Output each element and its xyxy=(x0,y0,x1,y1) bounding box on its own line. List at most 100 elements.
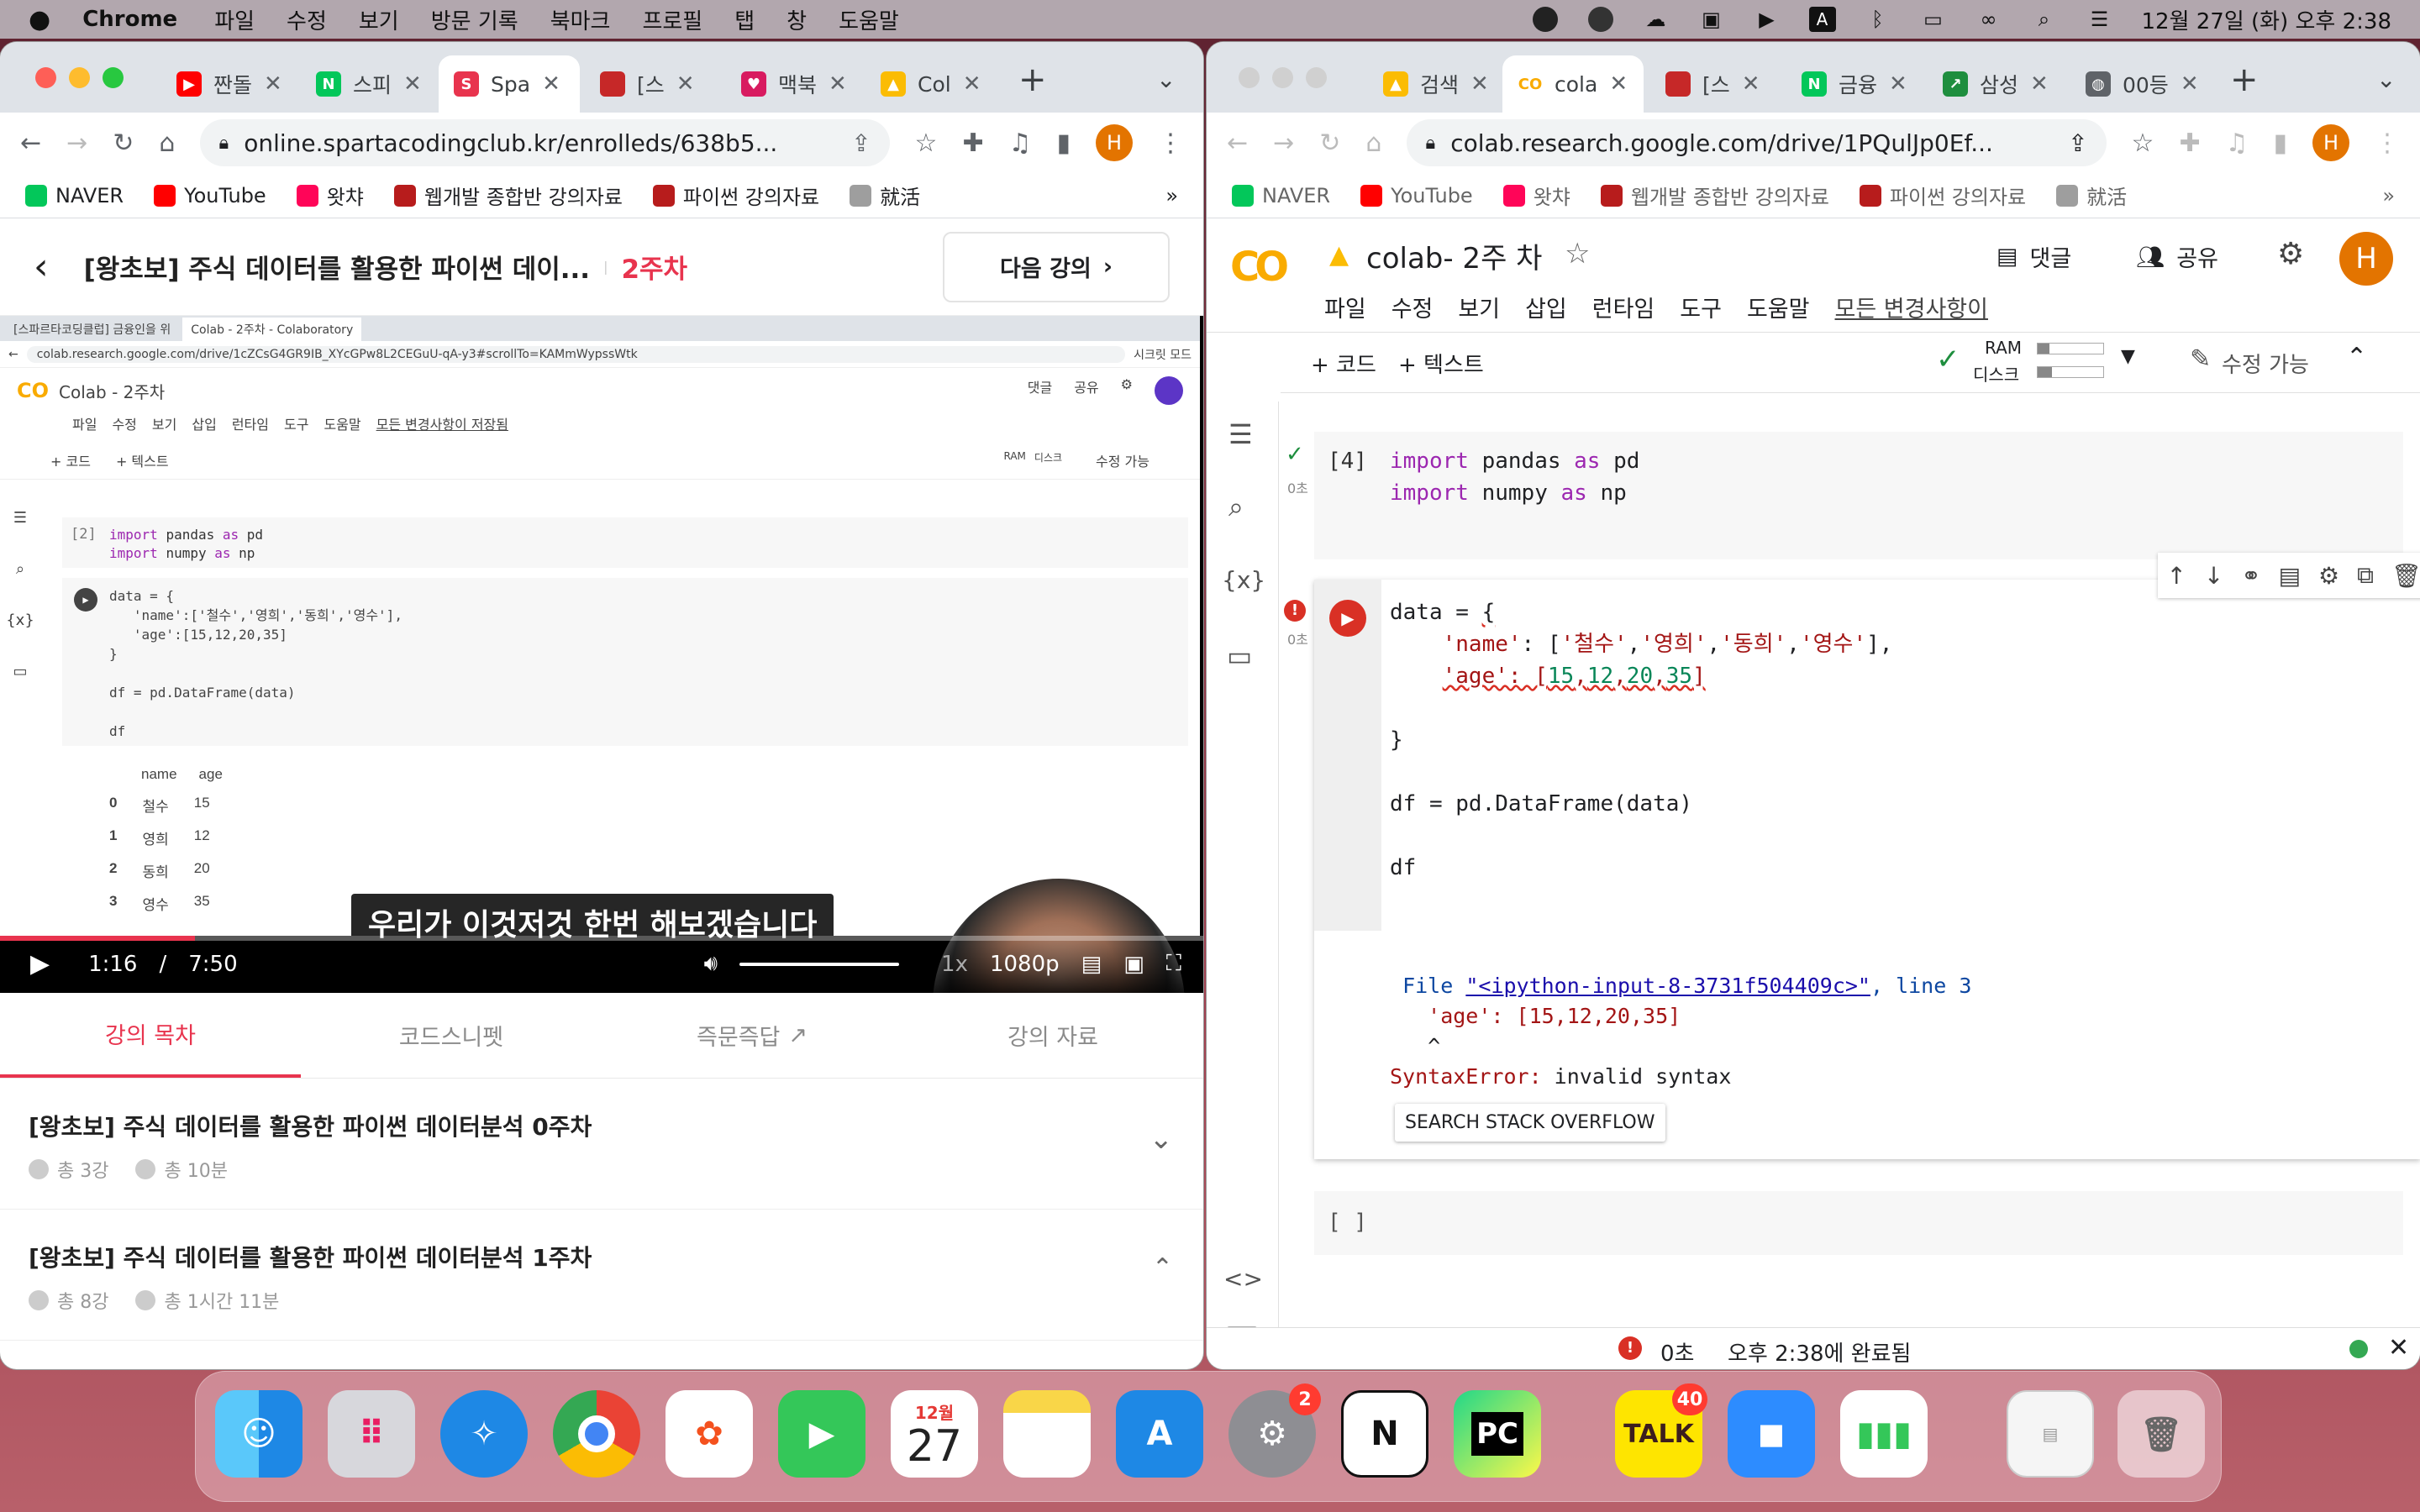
tab-toc[interactable]: 강의 목차 xyxy=(0,993,301,1078)
url-text[interactable]: online.spartacodingclub.kr/enrolleds/638… xyxy=(244,129,836,157)
finder-icon[interactable]: ☺ xyxy=(215,1390,302,1478)
code-cell-2[interactable]: ▶ data = { 'name': ['철수','영희','동희','영수']… xyxy=(1314,553,2420,1159)
home-icon[interactable]: ⌂ xyxy=(1365,129,1381,158)
notebook-title[interactable]: colab- 2주 차 xyxy=(1366,235,1542,276)
close-tab-icon[interactable]: ✕ xyxy=(1742,71,1760,97)
side-panel-icon[interactable]: ▮ xyxy=(2273,129,2287,158)
star-icon[interactable]: ☆ xyxy=(1565,237,1590,270)
menu-history[interactable]: 방문 기록 xyxy=(431,4,518,35)
variables-icon[interactable]: {x} xyxy=(1222,566,1265,594)
new-tab-button[interactable]: + xyxy=(2230,60,2259,99)
delete-cell-icon[interactable]: 🗑︎ xyxy=(2391,562,2420,590)
menu-view[interactable]: 보기 xyxy=(359,4,399,35)
add-text-button[interactable]: + 텍스트 xyxy=(1398,348,1484,379)
xlsx-file-icon[interactable]: ▤ xyxy=(2007,1390,2094,1478)
week-1-item[interactable]: [왕초보] 주식 데이터를 활용한 파이썬 데이터분석 1주차 총 8강 총 1… xyxy=(0,1210,1203,1341)
search-icon[interactable]: ⌕ xyxy=(1228,491,1244,523)
tab-sparta[interactable]: S Spa ✕ xyxy=(439,55,580,113)
comment-button[interactable]: ▤ 댓글 xyxy=(1996,240,2071,273)
link-icon[interactable]: ⚭ xyxy=(2241,562,2260,590)
extensions-icon[interactable]: ✚ xyxy=(2179,129,2200,158)
menu-help[interactable]: 도움말 xyxy=(1747,291,1810,323)
add-code-button[interactable]: + 코드 xyxy=(1311,348,1376,379)
volume-icon[interactable]: 🔊︎ xyxy=(704,951,718,977)
bookmark-webdev[interactable]: 웹개발 종합반 강의자료 xyxy=(393,181,623,210)
menu-bookmarks[interactable]: 북마크 xyxy=(550,4,611,35)
menu-window[interactable]: 창 xyxy=(786,4,807,35)
side-panel-icon[interactable]: ▮ xyxy=(1056,129,1071,158)
chrome-icon[interactable] xyxy=(553,1390,640,1478)
minimize-window-button[interactable] xyxy=(69,67,90,88)
link-tray-icon[interactable]: ∞ xyxy=(1975,7,2002,32)
photos-icon[interactable]: ✿ xyxy=(666,1390,753,1478)
close-status-icon[interactable]: ✕ xyxy=(2388,1333,2409,1362)
close-tab-icon[interactable]: ✕ xyxy=(403,71,422,97)
kakaotalk-icon[interactable]: TALK 40 xyxy=(1615,1383,1707,1478)
facetime-icon[interactable]: ▶ xyxy=(778,1390,865,1478)
menu-edit[interactable]: 수정 xyxy=(287,4,327,35)
trash-icon[interactable]: 🗑︎ xyxy=(2118,1390,2205,1478)
play-icon[interactable]: ▶ xyxy=(30,949,50,979)
bookmark-watcha[interactable]: 왓챠 xyxy=(296,181,364,210)
menu-insert[interactable]: 삽입 xyxy=(1525,291,1567,323)
quality-button[interactable]: 1080p xyxy=(990,952,1060,977)
new-tab-button[interactable]: + xyxy=(1018,60,1047,99)
close-tab-icon[interactable]: ✕ xyxy=(542,71,560,97)
control-center-icon[interactable]: ☰ xyxy=(2086,7,2113,32)
menu-edit[interactable]: 수정 xyxy=(1392,291,1434,323)
menu-runtime[interactable]: 런타임 xyxy=(1592,291,1655,323)
forward-icon[interactable]: → xyxy=(66,129,87,158)
tab-book[interactable]: [스 ✕ xyxy=(585,55,710,113)
kebab-menu-icon[interactable]: ⋮ xyxy=(2375,129,2400,158)
close-tab-icon[interactable]: ✕ xyxy=(1470,71,1489,97)
notion-tray-icon[interactable] xyxy=(1587,7,1614,32)
account-avatar[interactable]: H xyxy=(2339,232,2393,286)
menu-file[interactable]: 파일 xyxy=(1324,291,1366,323)
input-source-icon[interactable]: A xyxy=(1808,7,1836,32)
cell2-source[interactable]: data = { 'name': ['철수','영희','동희','영수'], … xyxy=(1390,596,2398,924)
close-window-button[interactable] xyxy=(35,67,56,88)
move-up-icon[interactable]: ↑ xyxy=(2166,562,2186,590)
cell1-source[interactable]: import pandas as pd import numpy as np xyxy=(1390,445,1639,509)
search-stack-overflow-button[interactable]: SEARCH STACK OVERFLOW xyxy=(1395,1104,1665,1142)
reload-icon[interactable]: ↻ xyxy=(113,129,134,158)
back-icon[interactable]: ← xyxy=(20,129,41,158)
home-icon[interactable]: ⌂ xyxy=(159,129,175,158)
profile-avatar[interactable]: H xyxy=(2312,124,2349,161)
tab-qna[interactable]: 즉문즉답 ↗ xyxy=(602,993,902,1078)
tab-colab[interactable]: ▲ Col ✕ xyxy=(865,55,997,113)
comment-cell-icon[interactable]: ▤ xyxy=(2279,562,2301,590)
extensions-icon[interactable]: ✚ xyxy=(962,129,983,158)
empty-code-cell[interactable]: [ ] xyxy=(1314,1191,2403,1255)
close-tab-icon[interactable]: ✕ xyxy=(2181,71,2199,97)
cell-settings-icon[interactable]: ⚙ xyxy=(2318,562,2339,590)
bookmark-webdev[interactable]: 웹개발 종합반 강의자료 xyxy=(1600,181,1829,210)
edit-mode-button[interactable]: 수정 가능 xyxy=(2222,348,2309,379)
address-bar[interactable]: 🔒︎ colab.research.google.com/drive/1PQul… xyxy=(1407,119,2107,166)
tab-list-chevron-icon[interactable]: ⌄ xyxy=(1156,66,1176,93)
menu-tab[interactable]: 탭 xyxy=(734,4,755,35)
code-cell-1[interactable]: [4] import pandas as pd import numpy as … xyxy=(1314,432,2403,559)
back-icon[interactable]: ← xyxy=(1227,129,1248,158)
bookmark-watcha[interactable]: 왓챠 xyxy=(1502,181,1570,210)
progress-track[interactable] xyxy=(0,936,1203,941)
tab-colab-active[interactable]: CO cola ✕ xyxy=(1502,55,1644,113)
safari-icon[interactable]: ✧ xyxy=(440,1390,528,1478)
volume-slider[interactable] xyxy=(739,962,900,966)
bluetooth-icon[interactable]: ᛒ xyxy=(1865,7,1891,32)
fullscreen-icon[interactable]: ⛶ xyxy=(1166,951,1181,977)
zoom-tray-icon[interactable] xyxy=(1532,7,1559,32)
share-button[interactable]: 👥︎ 공유 xyxy=(2136,240,2218,273)
bookmark-python[interactable]: 파이썬 강의자료 xyxy=(1859,181,2026,210)
settings-gear-icon[interactable]: ⚙ xyxy=(2277,237,2304,271)
back-chevron-icon[interactable]: ‹ xyxy=(34,245,49,288)
pycharm-icon[interactable]: PC xyxy=(1454,1390,1541,1478)
calendar-icon[interactable]: 12월 27 xyxy=(891,1390,978,1478)
lock-tray-icon[interactable]: ▣ xyxy=(1698,7,1725,32)
resources-dropdown-icon[interactable]: ▼ xyxy=(2121,346,2135,367)
bookmark-star-icon[interactable]: ☆ xyxy=(2132,129,2154,158)
menu-file[interactable]: 파일 xyxy=(214,4,255,35)
menu-tools[interactable]: 도구 xyxy=(1680,291,1722,323)
code-snippets-icon[interactable]: <> xyxy=(1223,1265,1263,1293)
share-icon[interactable]: ⇪ xyxy=(851,129,871,157)
